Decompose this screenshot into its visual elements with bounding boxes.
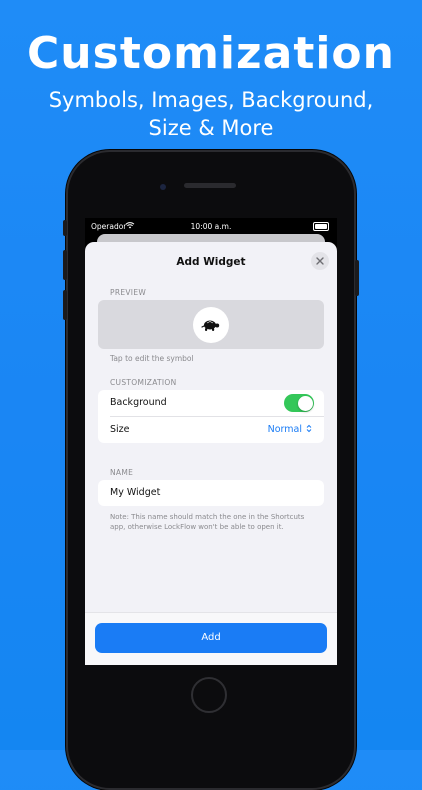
status-bar: Operador 10:00 a.m. bbox=[85, 218, 337, 234]
size-selector[interactable]: Normal bbox=[268, 424, 312, 435]
volume-down-button bbox=[63, 290, 67, 320]
phone-screen: Operador 10:00 a.m. Add Widget PREVIEW T… bbox=[85, 218, 337, 665]
customization-section-label: CUSTOMIZATION bbox=[110, 378, 177, 387]
widget-name-field[interactable]: My Widget bbox=[98, 480, 324, 506]
bottom-action-bar: Add bbox=[85, 612, 337, 665]
phone-frame: Operador 10:00 a.m. Add Widget PREVIEW T… bbox=[63, 150, 359, 790]
promo-subline: Symbols, Images, Background, Size & More bbox=[0, 86, 422, 142]
add-widget-sheet: Add Widget PREVIEW Tap to edit the symbo… bbox=[85, 242, 337, 665]
promo-subline-line-1: Symbols, Images, Background, bbox=[48, 88, 374, 112]
close-button[interactable] bbox=[311, 252, 329, 270]
close-icon bbox=[316, 257, 324, 265]
promo-headline: Customization bbox=[27, 28, 395, 79]
volume-up-button bbox=[63, 250, 67, 280]
promo-subline-line-2: Size & More bbox=[148, 116, 274, 140]
chevron-up-down-icon bbox=[306, 424, 312, 433]
symbol-circle[interactable] bbox=[193, 307, 229, 343]
toggle-knob bbox=[297, 395, 313, 411]
customization-group: Background Size Normal bbox=[98, 390, 324, 443]
power-button bbox=[355, 260, 359, 296]
sheet-title: Add Widget bbox=[176, 256, 246, 268]
background-row: Background bbox=[98, 390, 324, 417]
name-section-label: NAME bbox=[110, 468, 134, 477]
size-row[interactable]: Size Normal bbox=[98, 417, 324, 443]
home-button bbox=[191, 677, 227, 713]
size-value: Normal bbox=[267, 424, 302, 435]
widget-name-value: My Widget bbox=[110, 487, 161, 498]
background-label: Background bbox=[110, 397, 167, 408]
preview-hint: Tap to edit the symbol bbox=[110, 354, 194, 363]
add-button[interactable]: Add bbox=[95, 623, 327, 653]
front-camera bbox=[160, 184, 166, 190]
preview-section-label: PREVIEW bbox=[110, 288, 147, 297]
background-toggle[interactable] bbox=[284, 394, 314, 412]
mute-switch bbox=[63, 220, 67, 236]
size-label: Size bbox=[110, 424, 130, 435]
name-note: Note: This name should match the one in … bbox=[110, 513, 305, 531]
earpiece-speaker bbox=[184, 183, 236, 188]
status-time: 10:00 a.m. bbox=[190, 222, 232, 231]
turtle-icon bbox=[201, 320, 220, 331]
widget-preview[interactable] bbox=[98, 300, 324, 349]
battery-icon bbox=[313, 222, 329, 231]
